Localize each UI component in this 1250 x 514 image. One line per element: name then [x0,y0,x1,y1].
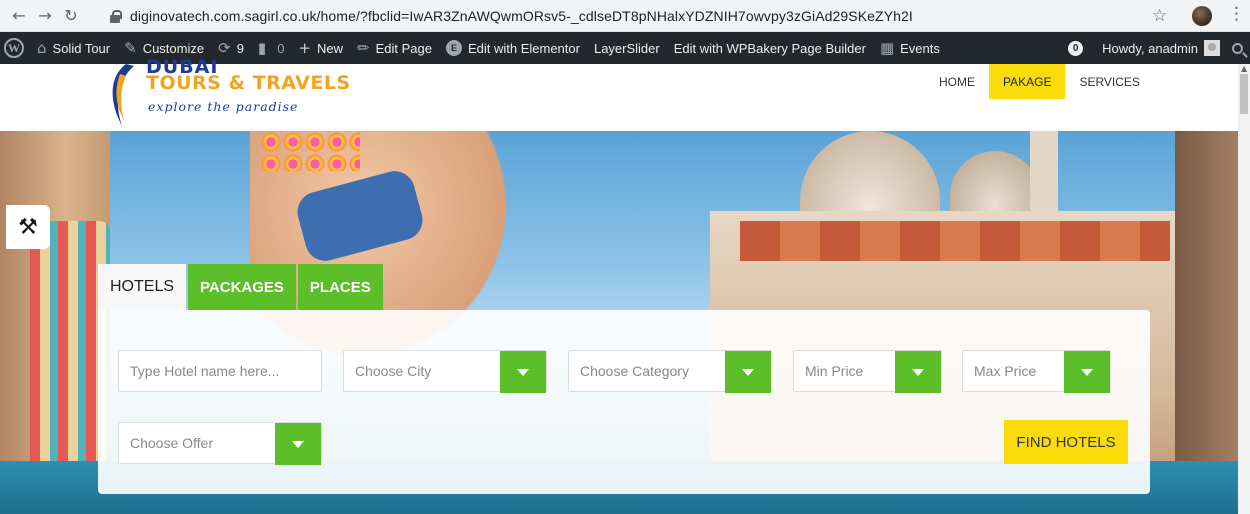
chevron-down-icon[interactable] [275,423,321,465]
logo-tagline: explore the paradise [148,99,299,114]
wordpress-logo-icon[interactable]: W [4,38,24,58]
back-arrow-icon[interactable]: ← [6,0,32,32]
updates-icon: ⟳ [218,39,231,57]
scrollbar-thumb[interactable] [1240,74,1248,114]
tab-packages[interactable]: PACKAGES [188,264,296,310]
chevron-down-icon[interactable] [1064,351,1110,393]
howdy-account-menu[interactable]: Howdy, anadmin [1095,32,1224,64]
category-select[interactable]: Choose Category [568,350,772,393]
chevron-down-icon[interactable] [725,351,771,393]
lock-icon [108,9,122,23]
comments-link[interactable]: ▮ 0 [251,32,292,64]
profile-avatar[interactable] [1192,6,1212,26]
logo-swoosh-icon [112,64,134,126]
bookmark-star-icon[interactable]: ☆ [1152,6,1167,26]
offer-select[interactable]: Choose Offer [118,422,322,465]
browser-menu-icon[interactable]: ⋮ [1228,4,1245,24]
max-price-select[interactable]: Max Price [962,350,1111,393]
tab-places[interactable]: PLACES [297,264,383,310]
edit-page-link[interactable]: ✏ Edit Page [350,32,439,64]
dashboard-icon: ⌂ [37,39,47,57]
admin-search-icon[interactable] [1224,32,1250,64]
browser-toolbar: ← → ↻ diginovatech.com.sagirl.co.uk/home… [0,0,1250,32]
tools-icon[interactable]: ⚒ [6,205,50,249]
menu-item-pakage[interactable]: PAKAGE [989,64,1066,99]
edit-elementor-link[interactable]: E Edit with Elementor [439,32,587,64]
pencil-icon: ✏ [357,39,370,57]
chevron-down-icon[interactable] [500,351,546,393]
search-tabs: HOTELS PACKAGES PLACES [98,264,385,310]
comment-icon: ▮ [257,39,267,57]
new-content-link[interactable]: + New [291,32,350,64]
hotel-name-input[interactable]: Type Hotel name here... [118,350,322,392]
page-scrollbar[interactable]: ▲ [1238,64,1250,514]
menu-item-services[interactable]: SERVICES [1065,64,1153,99]
events-link[interactable]: ▦ Events [873,32,947,64]
site-header: DUBAI TOURS & TRAVELS explore the paradi… [0,56,1238,131]
hero-building-far-right [1175,131,1238,514]
edit-wpbakery-link[interactable]: Edit with WPBakery Page Builder [667,32,873,64]
chevron-down-icon[interactable] [895,351,941,393]
reload-icon[interactable]: ↻ [58,0,84,32]
tab-hotels[interactable]: HOTELS [98,264,187,310]
scroll-up-arrow-icon[interactable]: ▲ [1241,64,1247,73]
min-price-select[interactable]: Min Price [793,350,942,393]
main-menu: HOME PAKAGE SERVICES [925,64,1154,99]
user-avatar [1204,40,1220,56]
city-select[interactable]: Choose City [343,350,547,393]
hero-flower-lei [260,131,360,171]
brush-icon: ✎ [124,39,137,57]
calendar-icon: ▦ [879,39,895,57]
elementor-icon: E [445,40,462,56]
forward-arrow-icon[interactable]: → [32,0,58,32]
layerslider-link[interactable]: LayerSlider [587,32,667,64]
hotel-search-panel [98,310,1150,494]
logo-title[interactable]: TOURS & TRAVELS [146,72,351,94]
site-name-link[interactable]: ⌂ Solid Tour [30,32,117,64]
menu-item-home[interactable]: HOME [925,64,989,99]
notification-badge[interactable]: 0 [1068,40,1084,56]
hero-rooftops [740,221,1170,261]
plus-icon: + [298,39,311,57]
url-text: diginovatech.com.sagirl.co.uk/home/?fbcl… [130,8,913,24]
address-bar[interactable]: diginovatech.com.sagirl.co.uk/home/?fbcl… [108,3,1188,29]
find-hotels-button[interactable]: FIND HOTELS [1004,420,1128,464]
